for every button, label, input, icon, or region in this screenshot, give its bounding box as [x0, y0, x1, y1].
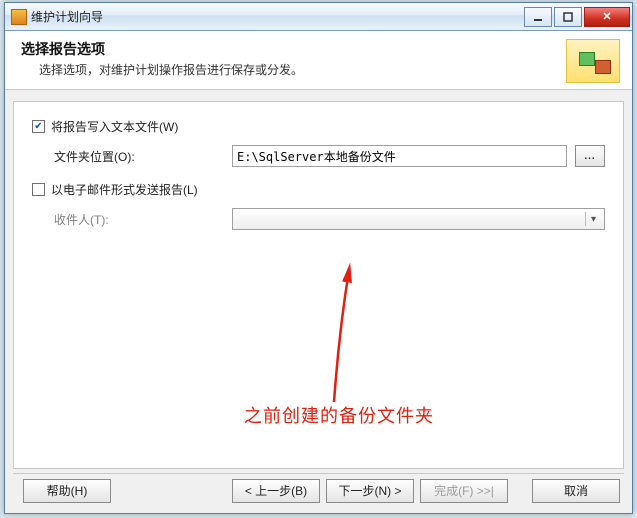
email-label[interactable]: 以电子邮件形式发送报告(L) — [51, 181, 198, 198]
write-to-file-checkbox[interactable]: ✔ — [32, 120, 45, 133]
ellipsis-icon: ... — [584, 151, 595, 162]
browse-button[interactable]: ... — [575, 145, 605, 167]
write-to-file-label[interactable]: 将报告写入文本文件(W) — [51, 118, 178, 135]
maximize-button[interactable] — [554, 7, 582, 27]
back-button[interactable]: < 上一步(B) — [232, 479, 320, 503]
folder-input[interactable] — [232, 145, 567, 167]
write-to-file-row: ✔ 将报告写入文本文件(W) — [32, 118, 605, 135]
close-button[interactable]: ✕ — [584, 7, 630, 27]
annotation-text: 之前创建的备份文件夹 — [244, 402, 434, 428]
folder-label: 文件夹位置(O): — [32, 148, 232, 165]
chevron-down-icon: ▾ — [585, 212, 601, 226]
next-button[interactable]: 下一步(N) > — [326, 479, 414, 503]
page-title: 选择报告选项 — [21, 39, 558, 59]
help-button[interactable]: 帮助(H) — [23, 479, 111, 503]
wizard-window: 维护计划向导 ✕ 选择报告选项 选择选项，对维护计划操作报告进行保存或分发。 ✔… — [4, 2, 633, 514]
email-row: 以电子邮件形式发送报告(L) — [32, 181, 605, 198]
recipient-combo[interactable]: ▾ — [232, 208, 605, 230]
app-icon — [11, 9, 27, 25]
minimize-icon — [533, 12, 543, 22]
wizard-header: 选择报告选项 选择选项，对维护计划操作报告进行保存或分发。 — [5, 31, 632, 90]
wizard-body: ✔ 将报告写入文本文件(W) 文件夹位置(O): ... 以电子邮件形式发送报告… — [13, 101, 624, 469]
header-decoration-icon — [566, 39, 620, 83]
recipient-label: 收件人(T): — [32, 211, 232, 228]
folder-row: 文件夹位置(O): ... — [32, 145, 605, 167]
wizard-footer: 帮助(H) < 上一步(B) 下一步(N) > 完成(F) >>| 取消 — [13, 473, 624, 507]
cancel-button[interactable]: 取消 — [532, 479, 620, 503]
page-subtitle: 选择选项，对维护计划操作报告进行保存或分发。 — [21, 61, 558, 78]
finish-button: 完成(F) >>| — [420, 479, 508, 503]
recipient-row: 收件人(T): ▾ — [32, 208, 605, 230]
minimize-button[interactable] — [524, 7, 552, 27]
window-title: 维护计划向导 — [31, 8, 103, 25]
maximize-icon — [563, 12, 573, 22]
titlebar[interactable]: 维护计划向导 ✕ — [5, 3, 632, 31]
annotation-arrow — [324, 262, 384, 412]
email-checkbox[interactable] — [32, 183, 45, 196]
close-icon: ✕ — [602, 10, 611, 23]
